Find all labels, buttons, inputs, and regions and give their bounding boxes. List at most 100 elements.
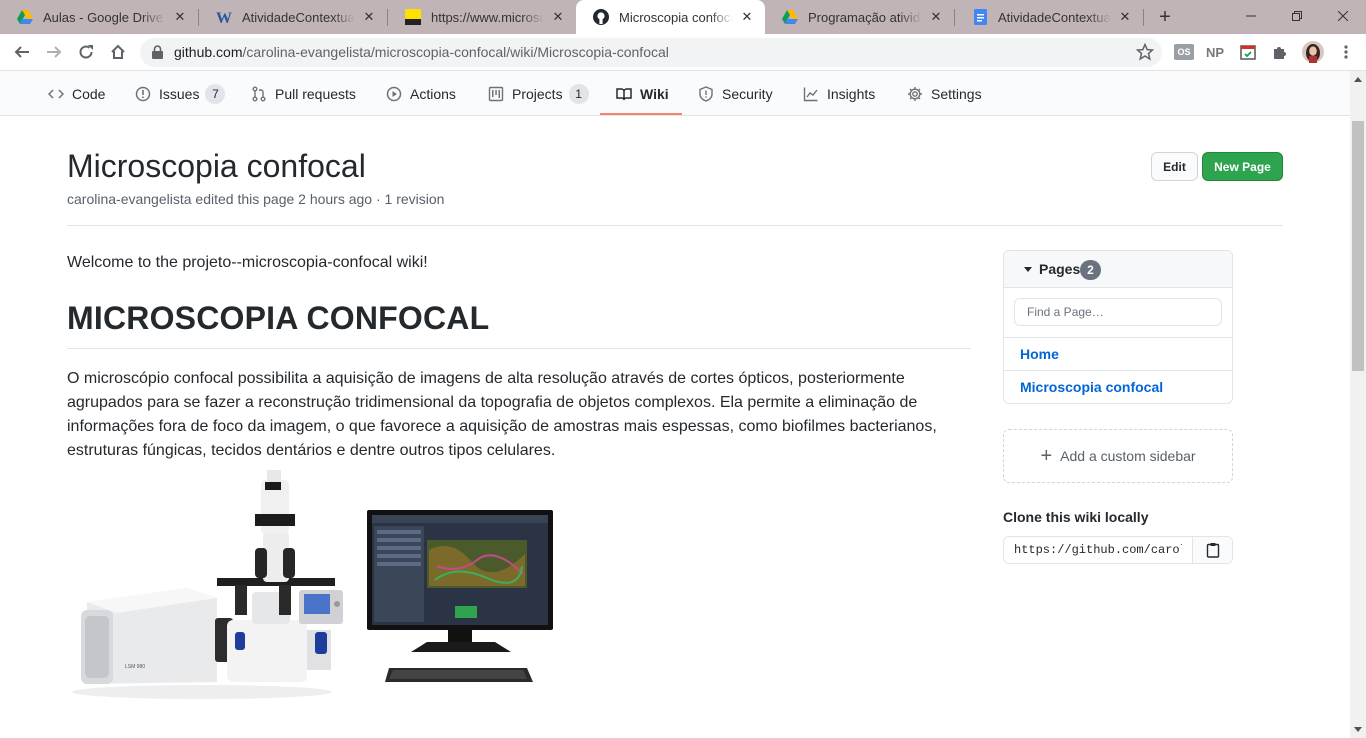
- tab-title: Microscopia confocal · carolina: [619, 9, 733, 25]
- pages-counter: 2: [1080, 260, 1101, 280]
- page-title: Microscopia confocal: [67, 148, 366, 184]
- article-heading: MICROSCOPIA CONFOCAL: [67, 300, 490, 336]
- tab-insights[interactable]: Insights: [803, 71, 875, 116]
- pull-request-icon: [252, 86, 266, 101]
- pages-header[interactable]: Pages 2: [1004, 251, 1232, 288]
- add-custom-sidebar-button[interactable]: + Add a custom sidebar: [1003, 429, 1233, 483]
- page-edit-meta: carolina-evangelista edited this page 2 …: [67, 191, 445, 207]
- tab-label: Code: [72, 85, 106, 102]
- word-icon: W: [216, 9, 232, 25]
- scroll-down-arrow-icon[interactable]: [1354, 727, 1362, 732]
- selected-tab-underline: [600, 113, 682, 115]
- issue-icon: [135, 86, 151, 101]
- browser-tab[interactable]: Programação atividades ✕: [765, 0, 954, 34]
- browser-tabstrip: Aulas - Google Drive ✕ W AtividadeContex…: [0, 0, 1366, 34]
- forward-arrow-icon[interactable]: [41, 39, 67, 65]
- pages-label: Pages: [1039, 261, 1081, 277]
- tab-label: Projects: [512, 85, 563, 102]
- copy-to-clipboard-button[interactable]: [1192, 537, 1232, 563]
- minimize-icon[interactable]: [1228, 0, 1274, 32]
- tab-settings[interactable]: Settings: [907, 71, 982, 116]
- tab-title: https://www.microscopia: [431, 9, 544, 25]
- issues-counter: 7: [205, 83, 226, 104]
- tab-label: Actions: [410, 85, 456, 102]
- close-icon[interactable]: ✕: [550, 9, 566, 25]
- book-icon: [616, 87, 632, 100]
- code-icon: [48, 88, 64, 99]
- caret-down-icon[interactable]: [1024, 267, 1032, 272]
- url-host: github.com: [174, 44, 243, 60]
- avatar[interactable]: [1302, 41, 1324, 63]
- restore-icon[interactable]: [1274, 0, 1320, 32]
- os-extension-icon[interactable]: OS: [1174, 44, 1194, 60]
- close-icon[interactable]: ✕: [361, 9, 377, 25]
- browser-tab[interactable]: https://www.microscopia ✕: [388, 0, 576, 34]
- tab-label: Pull requests: [275, 85, 356, 102]
- confocal-microscope-image: LSM 980: [67, 470, 567, 702]
- tab-code[interactable]: Code: [48, 71, 105, 116]
- gear-icon: [908, 86, 922, 101]
- address-bar[interactable]: github.com/carolina-evangelista/microsco…: [140, 38, 1162, 67]
- clone-url-input[interactable]: [1004, 537, 1192, 563]
- scrollbar-thumb[interactable]: [1352, 121, 1364, 371]
- graph-icon: [803, 87, 818, 101]
- pages-panel: Pages 2 Home Microscopia confocal: [1003, 250, 1233, 404]
- np-extension-icon[interactable]: NP: [1205, 42, 1225, 62]
- close-icon[interactable]: ✕: [928, 9, 944, 25]
- github-icon: [593, 9, 609, 25]
- tab-label: Wiki: [640, 85, 669, 102]
- reload-icon[interactable]: [73, 39, 99, 65]
- browser-toolbar: github.com/carolina-evangelista/microsco…: [0, 34, 1366, 71]
- tab-security[interactable]: Security: [698, 71, 773, 116]
- welcome-text: Welcome to the projeto--microscopia-conf…: [67, 254, 428, 271]
- chrome-menu-icon[interactable]: [1336, 42, 1356, 62]
- browser-tab[interactable]: AtividadeContextualizada ✕: [955, 0, 1143, 34]
- tab-label: Issues: [159, 85, 200, 102]
- calendar-extension-icon[interactable]: [1238, 42, 1258, 62]
- url-text: github.com/carolina-evangelista/microsco…: [174, 44, 669, 60]
- tab-projects[interactable]: Projects 1: [488, 71, 589, 116]
- tab-title: AtividadeContextualizada: [242, 9, 355, 25]
- edit-button[interactable]: Edit: [1151, 152, 1198, 181]
- project-icon: [488, 86, 504, 101]
- shield-icon: [699, 85, 713, 102]
- svg-text:W: W: [216, 10, 232, 25]
- tab-wiki[interactable]: Wiki: [616, 71, 669, 116]
- google-drive-icon: [782, 9, 798, 25]
- close-window-icon[interactable]: [1320, 0, 1366, 32]
- projects-counter: 1: [568, 83, 589, 104]
- tab-label: Security: [722, 85, 773, 102]
- nikon-icon: [405, 9, 421, 25]
- page-link-home[interactable]: Home: [1004, 337, 1232, 370]
- plus-icon: +: [1040, 445, 1053, 467]
- scroll-up-arrow-icon[interactable]: [1354, 77, 1362, 82]
- browser-tab[interactable]: Aulas - Google Drive ✕: [0, 0, 198, 34]
- close-icon[interactable]: ✕: [1117, 9, 1133, 25]
- close-icon[interactable]: ✕: [172, 9, 188, 25]
- tab-label: Insights: [827, 85, 876, 102]
- tab-pull-requests[interactable]: Pull requests: [251, 71, 356, 116]
- tab-actions[interactable]: Actions: [386, 71, 456, 116]
- puzzle-extensions-icon[interactable]: [1270, 42, 1290, 62]
- microscope-and-monitor-illustration: LSM 980: [72, 470, 553, 699]
- back-arrow-icon[interactable]: [9, 39, 35, 65]
- new-page-button[interactable]: New Page: [1202, 152, 1283, 181]
- home-icon[interactable]: [105, 39, 131, 65]
- tab-title: AtividadeContextualizada: [998, 9, 1111, 25]
- microscope-brand-label: LSM 980: [125, 664, 145, 670]
- tab-issues[interactable]: Issues 7: [135, 71, 226, 116]
- lock-icon: [152, 45, 163, 64]
- vertical-scrollbar[interactable]: [1350, 71, 1366, 738]
- new-tab-button[interactable]: +: [1153, 6, 1177, 28]
- bookmark-star-icon[interactable]: [1135, 42, 1155, 66]
- browser-tab-active[interactable]: Microscopia confocal · carolina ✕: [576, 0, 765, 34]
- repo-nav: Code Issues 7 Pull requests Actions Proj…: [0, 71, 1350, 116]
- tab-title: Programação atividades: [808, 9, 922, 25]
- find-page-input[interactable]: [1014, 298, 1222, 326]
- add-custom-sidebar-label: Add a custom sidebar: [1060, 448, 1196, 464]
- close-icon[interactable]: ✕: [739, 9, 755, 25]
- page-link-microscopia-confocal[interactable]: Microscopia confocal: [1004, 370, 1232, 403]
- clone-url-group: [1003, 536, 1233, 564]
- tab-label: Settings: [931, 85, 982, 102]
- browser-tab[interactable]: W AtividadeContextualizada ✕: [199, 0, 387, 34]
